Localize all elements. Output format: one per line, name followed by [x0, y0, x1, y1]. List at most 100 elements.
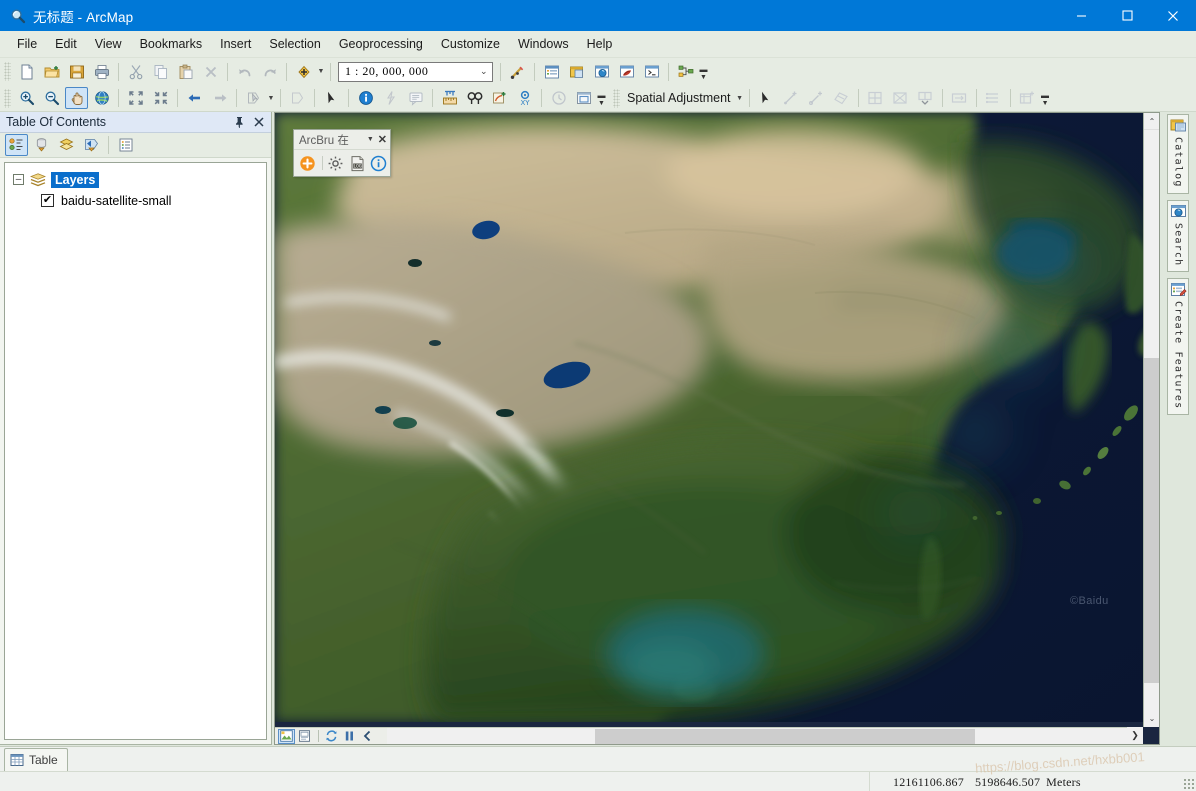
toolbar-grip[interactable]	[4, 88, 11, 108]
spatial-adjustment-grip[interactable]	[613, 88, 620, 108]
menu-insert[interactable]: Insert	[211, 33, 260, 55]
export-log-icon[interactable]: LOG	[348, 153, 367, 173]
table-tab[interactable]: Table	[4, 748, 68, 771]
map-vertical-scrollbar[interactable]: ⌃ ⌄	[1143, 113, 1159, 727]
print-icon[interactable]	[90, 61, 113, 83]
scroll-up-icon[interactable]: ⌃	[1144, 113, 1159, 130]
chevron-down-icon[interactable]: ▼	[367, 136, 374, 143]
menu-selection[interactable]: Selection	[260, 33, 329, 55]
select-features-dropdown-icon[interactable]: ▼	[266, 87, 276, 109]
zoom-out-icon[interactable]	[40, 87, 63, 109]
menu-geoprocessing[interactable]: Geoprocessing	[330, 33, 432, 55]
map-horizontal-scrollbar[interactable]: ❯	[275, 727, 1143, 744]
list-by-source-icon[interactable]	[30, 134, 53, 156]
menu-customize[interactable]: Customize	[432, 33, 509, 55]
attribute-transfer-icon[interactable]	[948, 87, 971, 109]
new-identity-link-icon[interactable]	[805, 87, 828, 109]
find-icon[interactable]	[463, 87, 486, 109]
menu-view[interactable]: View	[86, 33, 131, 55]
identify-icon[interactable]	[354, 87, 377, 109]
close-icon[interactable]	[251, 113, 267, 131]
arcbru-title-bar[interactable]: ArcBru 在 ▼ ✕	[294, 130, 390, 150]
menu-windows[interactable]: Windows	[509, 33, 578, 55]
about-info-icon[interactable]	[369, 153, 388, 173]
new-displacement-link-icon[interactable]	[780, 87, 803, 109]
redo-icon[interactable]	[258, 61, 281, 83]
minimize-button[interactable]	[1058, 0, 1104, 31]
layout-view-icon[interactable]	[296, 729, 313, 744]
close-button[interactable]	[1150, 0, 1196, 31]
find-route-icon[interactable]	[488, 87, 511, 109]
menu-bookmarks[interactable]: Bookmarks	[131, 33, 212, 55]
resize-grip[interactable]	[1183, 778, 1194, 789]
select-features-icon[interactable]	[242, 87, 265, 109]
fixed-zoom-in-icon[interactable]	[124, 87, 147, 109]
zoom-in-icon[interactable]	[15, 87, 38, 109]
horizontal-scroll-thumb[interactable]	[595, 729, 975, 744]
table-of-contents-icon[interactable]	[540, 61, 563, 83]
spatial-adjustment-menu[interactable]: Spatial Adjustment	[623, 91, 735, 105]
toc-root-node[interactable]: – Layers	[5, 169, 266, 190]
cut-icon[interactable]	[124, 61, 147, 83]
menu-help[interactable]: Help	[578, 33, 622, 55]
full-extent-icon[interactable]	[90, 87, 113, 109]
undo-icon[interactable]	[233, 61, 256, 83]
pin-icon[interactable]	[231, 113, 247, 131]
delete-icon[interactable]	[199, 61, 222, 83]
list-by-drawing-order-icon[interactable]	[5, 134, 28, 156]
map-canvas[interactable]: ©Baidu	[275, 113, 1159, 722]
toolbar-overflow-icon[interactable]: ▬ ▼	[698, 61, 709, 83]
options-icon[interactable]	[114, 134, 137, 156]
map-scale-combobox[interactable]: 1 : 20, 000, 000 ⌄	[338, 61, 493, 82]
new-map-icon[interactable]	[15, 61, 38, 83]
arcbru-floating-toolbar[interactable]: ArcBru 在 ▼ ✕ LOG	[293, 129, 391, 177]
close-icon[interactable]: ✕	[378, 133, 387, 146]
edge-snap-icon[interactable]	[889, 87, 912, 109]
select-links-icon[interactable]	[830, 87, 853, 109]
toc-layer-item[interactable]: ✔ baidu-satellite-small	[5, 190, 266, 211]
data-view-icon[interactable]	[278, 728, 295, 744]
list-by-selection-icon[interactable]	[80, 134, 103, 156]
toc-layer-tree[interactable]: – Layers ✔ baidu-satellite-small	[4, 162, 267, 740]
scroll-right-icon[interactable]: ❯	[1127, 727, 1143, 744]
layer-visibility-checkbox[interactable]: ✔	[41, 194, 54, 207]
html-popup-icon[interactable]	[404, 87, 427, 109]
copy-icon[interactable]	[149, 61, 172, 83]
paste-icon[interactable]	[174, 61, 197, 83]
select-elements-icon[interactable]	[320, 87, 343, 109]
create-viewer-window-icon[interactable]	[572, 87, 595, 109]
add-data-dropdown-icon[interactable]: ▼	[316, 61, 326, 83]
pan-icon[interactable]	[65, 87, 88, 109]
toolbar-grip[interactable]	[4, 62, 11, 81]
settings-gear-icon[interactable]	[326, 153, 345, 173]
edge-match-icon[interactable]	[914, 87, 937, 109]
clear-selection-icon[interactable]	[286, 87, 309, 109]
maximize-button[interactable]	[1104, 0, 1150, 31]
go-to-xy-icon[interactable]: XY	[513, 87, 536, 109]
select-element-arrow-icon[interactable]	[755, 87, 778, 109]
time-slider-icon[interactable]	[547, 87, 570, 109]
menu-edit[interactable]: Edit	[46, 33, 86, 55]
add-data-icon[interactable]	[292, 61, 315, 83]
list-by-visibility-icon[interactable]	[55, 134, 78, 156]
vertical-scroll-thumb[interactable]	[1144, 358, 1159, 683]
hyperlink-icon[interactable]	[379, 87, 402, 109]
toolbar-overflow-icon[interactable]: ▬ ▼	[596, 87, 607, 109]
link-table-icon[interactable]	[982, 87, 1005, 109]
pause-drawing-icon[interactable]	[341, 729, 358, 744]
refresh-view-icon[interactable]	[323, 729, 340, 744]
catalog-icon[interactable]	[565, 61, 588, 83]
search-icon[interactable]	[590, 61, 613, 83]
editor-toolbar-icon[interactable]	[506, 61, 529, 83]
save-icon[interactable]	[65, 61, 88, 83]
expander-icon[interactable]: –	[13, 174, 24, 185]
spatial-adjustment-dropdown-icon[interactable]: ▼	[735, 87, 745, 109]
go-forward-extent-icon[interactable]	[208, 87, 231, 109]
measure-icon[interactable]	[438, 87, 461, 109]
dock-tab-catalog[interactable]: Catalog	[1167, 114, 1189, 194]
scroll-down-icon[interactable]: ⌄	[1144, 710, 1159, 727]
previous-extent-icon[interactable]	[359, 729, 376, 744]
arctoolbox-icon[interactable]	[615, 61, 638, 83]
dock-tab-create-features[interactable]: Create Features	[1167, 277, 1189, 416]
add-basemap-icon[interactable]	[298, 153, 317, 173]
